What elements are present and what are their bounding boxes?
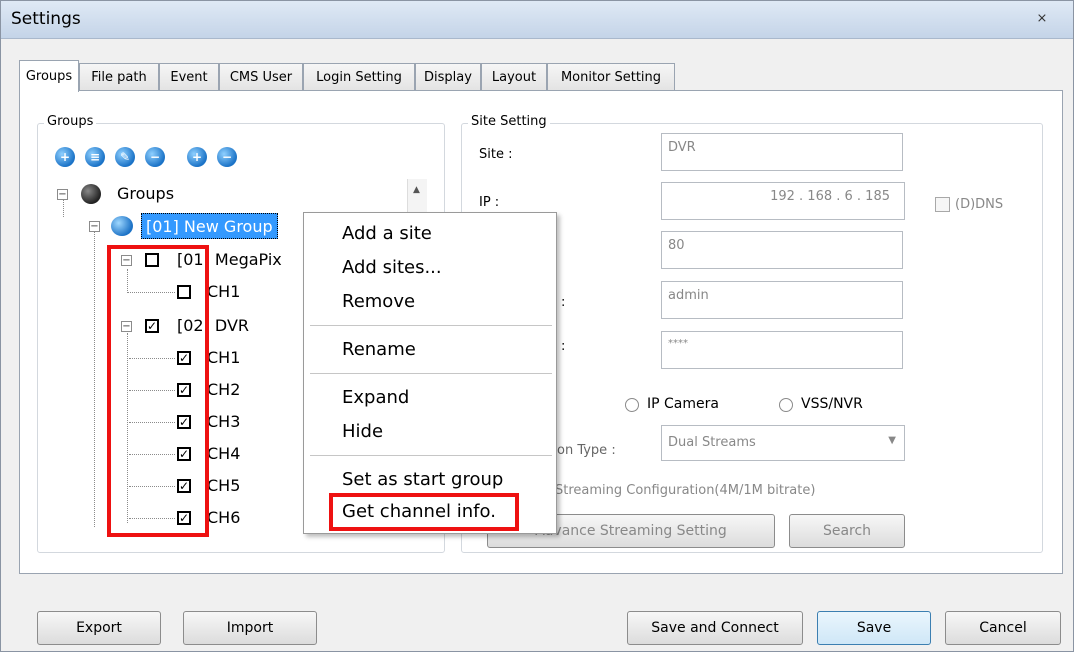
tree-channel-label: CH6 [207, 508, 241, 527]
tab-monitor-setting[interactable]: Monitor Setting [547, 63, 675, 91]
settings-window: Settings ⨯ Groups File path Event CMS Us… [0, 0, 1074, 652]
tree-root-label: Groups [117, 184, 175, 203]
tree-channel-label: CH2 [207, 380, 241, 399]
ddns-checkbox[interactable] [935, 197, 950, 212]
tree-channel-label: CH1 [207, 348, 241, 367]
save-button[interactable]: Save [817, 611, 931, 645]
tab-display[interactable]: Display [415, 63, 481, 91]
ddns-label: (D)DNS [955, 197, 1004, 212]
collapse-icon[interactable]: − [89, 221, 100, 232]
tree-channel-label: CH4 [207, 444, 241, 463]
vss-nvr-radio[interactable] [779, 398, 793, 412]
dropdown-arrow-icon[interactable]: ▼ [888, 435, 896, 446]
site-input[interactable]: DVR [661, 133, 903, 171]
zoom-out-icon[interactable]: − [217, 147, 237, 167]
tree-channel-label: CH1 [207, 282, 241, 301]
username-input[interactable]: admin [661, 281, 903, 319]
ip-label: IP : [479, 195, 500, 210]
tree-root[interactable]: − Groups [51, 179, 429, 209]
search-button[interactable]: Search [789, 514, 905, 548]
menu-remove[interactable]: Remove [342, 291, 415, 312]
groups-groupbox-label: Groups [44, 114, 97, 129]
connection-type-value: Dual Streams [668, 435, 756, 450]
window-title: Settings [11, 9, 81, 29]
connection-type-select[interactable]: Dual Streams ▼ [661, 425, 905, 461]
collapse-icon[interactable]: − [57, 189, 68, 200]
menu-hide[interactable]: Hide [342, 421, 383, 442]
add-group-icon[interactable]: + [55, 147, 75, 167]
export-button[interactable]: Export [37, 611, 161, 645]
tab-layout[interactable]: Layout [481, 63, 547, 91]
group-folder-icon [81, 184, 101, 204]
context-menu: Add a site Add sites... Remove Rename Ex… [303, 212, 557, 534]
tab-groups[interactable]: Groups [19, 60, 79, 92]
save-and-connect-button[interactable]: Save and Connect [627, 611, 803, 645]
tab-file-path[interactable]: File path [79, 63, 159, 91]
tab-cms-user[interactable]: CMS User [219, 63, 303, 91]
tree-group-label: [01] New Group [141, 213, 278, 239]
menu-separator [310, 373, 552, 374]
menu-expand[interactable]: Expand [342, 387, 409, 408]
edit-icon[interactable]: ✎ [115, 147, 135, 167]
tree-channel-label: CH5 [207, 476, 241, 495]
remove-icon[interactable]: − [145, 147, 165, 167]
title-bar: Settings ⨯ [1, 1, 1073, 39]
menu-separator [310, 325, 552, 326]
tree-channel-label: CH3 [207, 412, 241, 431]
password-input[interactable]: **** [661, 331, 903, 369]
checkbox-highlight-box [107, 245, 209, 537]
menu-separator [310, 455, 552, 456]
site-label: Site : [479, 147, 513, 162]
password-label: : [561, 339, 566, 354]
zoom-in-icon[interactable]: + [187, 147, 207, 167]
menu-add-site[interactable]: Add a site [342, 223, 432, 244]
menu-rename[interactable]: Rename [342, 339, 416, 360]
connection-type-label: on Type : [557, 443, 616, 458]
site-setting-label: Site Setting [468, 114, 550, 129]
menu-set-start-group[interactable]: Set as start group [342, 469, 503, 490]
tab-event[interactable]: Event [159, 63, 219, 91]
vss-nvr-label: VSS/NVR [801, 396, 863, 412]
add-site-icon[interactable]: ≡ [85, 147, 105, 167]
port-input[interactable]: 80 [661, 231, 903, 269]
menu-highlight-box [329, 493, 519, 531]
group-icon [111, 216, 133, 236]
menu-add-sites[interactable]: Add sites... [342, 257, 442, 278]
ip-camera-radio[interactable] [625, 398, 639, 412]
streaming-config-label: Streaming Configuration(4M/1M bitrate) [555, 483, 816, 498]
tab-login-setting[interactable]: Login Setting [303, 63, 415, 91]
ip-input[interactable]: 192 . 168 . 6 . 185 [661, 182, 905, 220]
ip-camera-label: IP Camera [647, 396, 719, 412]
import-button[interactable]: Import [183, 611, 317, 645]
close-icon[interactable]: ⨯ [1029, 9, 1055, 29]
cancel-button[interactable]: Cancel [945, 611, 1061, 645]
username-label: : [561, 295, 566, 310]
